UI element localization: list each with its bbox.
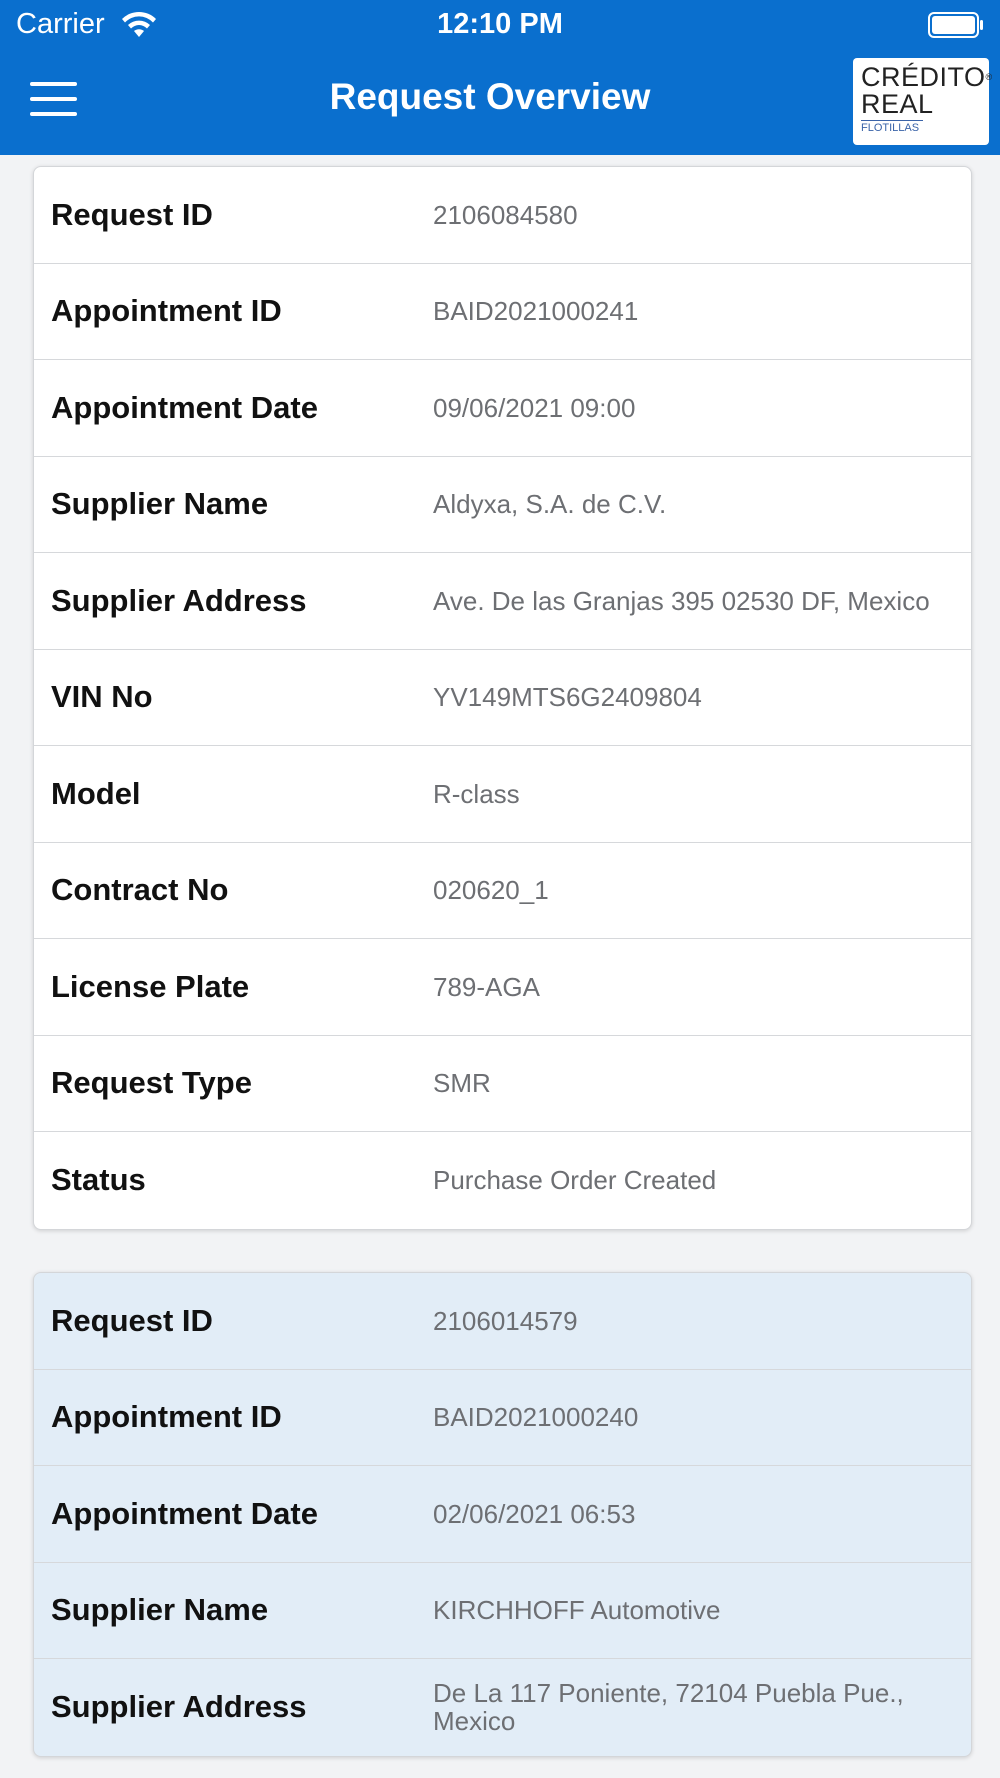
field-row-appointment-date: Appointment Date 02/06/2021 06:53 <box>34 1466 971 1563</box>
field-label: Appointment Date <box>51 389 318 425</box>
field-value: BAID2021000241 <box>433 296 639 327</box>
field-row-supplier-address: Supplier Address Ave. De las Granjas 395 … <box>34 553 971 650</box>
battery-icon <box>928 12 983 38</box>
field-row-appointment-id: Appointment ID BAID2021000240 <box>34 1370 971 1466</box>
field-value: SMR <box>433 1068 491 1099</box>
field-value: 02/06/2021 06:53 <box>433 1498 636 1529</box>
field-label: Request ID <box>51 1302 213 1338</box>
field-value: 2106014579 <box>433 1305 578 1336</box>
field-row-request-id: Request ID 2106084580 <box>34 167 971 264</box>
status-time: 12:10 PM <box>437 8 563 40</box>
field-label: VIN No <box>51 679 153 715</box>
field-row-contract-no: Contract No 020620_1 <box>34 843 971 939</box>
field-label: Appointment ID <box>51 1399 282 1435</box>
field-row-model: Model R-class <box>34 746 971 843</box>
field-label: Contract No <box>51 872 229 908</box>
field-label: Model <box>51 775 141 811</box>
field-value: KIRCHHOFF Automotive <box>433 1595 721 1626</box>
field-value: BAID2021000240 <box>433 1402 639 1433</box>
field-label: Supplier Name <box>51 1592 269 1628</box>
field-label: Appointment ID <box>51 293 282 329</box>
field-value: Purchase Order Created <box>433 1165 717 1196</box>
field-value: 09/06/2021 09:00 <box>433 392 636 423</box>
field-value: YV149MTS6G2409804 <box>433 682 702 713</box>
field-row-supplier-name: Supplier Name KIRCHHOFF Automotive <box>34 1563 971 1659</box>
status-bar: Carrier 12:10 PM <box>0 0 1000 50</box>
field-value: R-class <box>433 778 520 809</box>
field-value: Aldyxa, S.A. de C.V. <box>433 489 667 520</box>
field-label: Appointment Date <box>51 1495 318 1531</box>
field-row-appointment-date: Appointment Date 09/06/2021 09:00 <box>34 360 971 457</box>
field-label: License Plate <box>51 968 250 1004</box>
field-value: Ave. De las Granjas 395 02530 DF, Mexico <box>433 585 930 616</box>
field-row-request-type: Request Type SMR <box>34 1036 971 1132</box>
field-value: 789-AGA <box>433 971 540 1002</box>
field-label: Supplier Address <box>51 1689 307 1725</box>
field-label: Request Type <box>51 1065 252 1101</box>
field-row-license-plate: License Plate 789-AGA <box>34 939 971 1036</box>
request-card[interactable]: Request ID 2106084580 Appointment ID BAID20… <box>33 166 972 1230</box>
field-row-appointment-id: Appointment ID BAID2021000241 <box>34 264 971 360</box>
request-card[interactable]: Request ID 2106014579 Appointment ID BAID20… <box>33 1272 972 1757</box>
field-value: 2106084580 <box>433 199 578 230</box>
navigation-bar: Request Overview CRÉDITO® REAL FLOTILLAS <box>0 50 1000 155</box>
page-title: Request Overview <box>329 76 651 117</box>
field-row-status: Status Purchase Order Created <box>34 1132 971 1229</box>
field-value: 020620_1 <box>433 875 549 906</box>
field-row-request-id: Request ID 2106014579 <box>34 1273 971 1370</box>
field-label: Status <box>51 1162 146 1198</box>
field-row-vin-no: VIN No YV149MTS6G2409804 <box>34 650 971 746</box>
field-row-supplier-address: Supplier Address De La 117 Poniente, 7210… <box>34 1659 971 1756</box>
field-label: Supplier Address <box>51 582 307 618</box>
app-header: Carrier 12:10 PM Request Overview CRÉDIT… <box>0 0 1000 155</box>
field-row-supplier-name: Supplier Name Aldyxa, S.A. de C.V. <box>34 457 971 553</box>
field-value: De La 117 Poniente, 72104 Puebla Pue., M… <box>433 1678 904 1737</box>
field-label: Request ID <box>51 196 213 232</box>
field-label: Supplier Name <box>51 486 269 522</box>
credito-real-logo: CRÉDITO® REAL FLOTILLAS <box>853 58 992 145</box>
